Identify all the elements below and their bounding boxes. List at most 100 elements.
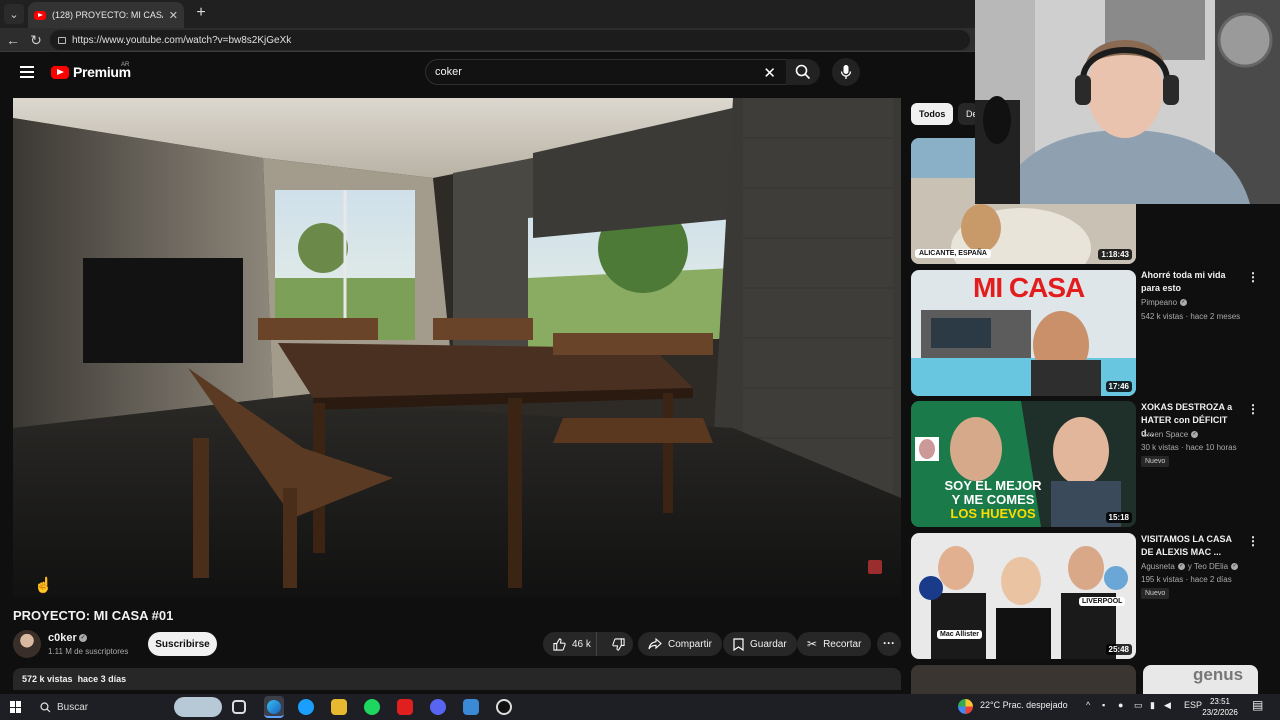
tray-app-icon[interactable]: ▪ [1102,700,1105,710]
like-button[interactable]: 46 k [543,632,598,656]
youtube-logo-icon [51,65,69,79]
url-field[interactable]: https://www.youtube.com/watch?v=bw8s2KjG… [50,30,970,50]
address-bar-row: ← ↻ https://www.youtube.com/watch?v=bw8s… [0,28,975,52]
search-input[interactable]: coker ✕ [425,59,787,85]
notifications-icon[interactable]: ▤ [1252,698,1263,712]
recommendation-title[interactable]: Ahorré toda mi vida para esto [1141,269,1241,295]
view-count: 572 k vistas [22,674,73,684]
location-tag: ALICANTE, ESPAÑA [915,249,991,258]
video-duration: 1:18:43 [1098,249,1132,260]
spotify-icon[interactable] [364,699,380,715]
recommendation-menu-icon[interactable]: ⋮ [1247,534,1259,548]
share-label: Compartir [668,638,712,650]
recommendation-thumbnail[interactable]: SOY EL MEJOR Y ME COMES LOS HUEVOS 15:18 [911,401,1136,527]
headline-line-1: SOY EL MEJOR [944,478,1042,493]
chip-all[interactable]: Todos [911,103,954,125]
mouse-pointer-icon: ☝ [34,577,53,594]
windows-taskbar: Buscar 22°C Prac. despejado ^ ▪ ● ▭ ▮ ◀ … [0,694,1280,720]
recommendation-channel[interactable]: Green Space ✓ [1141,430,1199,439]
recommendation-channel[interactable]: Agusneta ✓ y Teo DElia ✓ [1141,562,1239,571]
recommendation-channel[interactable]: Pimpeano ✓ [1141,298,1188,307]
microphone-tray-icon[interactable]: ● [1118,700,1123,710]
recommendation-meta: 30 k vistas · hace 10 horas [1141,443,1237,452]
taskbar-search-label: Buscar [57,701,89,713]
recommendation-thumbnail[interactable]: Mac Allister LIVERPOOL 25:48 [911,533,1136,659]
video-duration: 15:18 [1105,512,1132,523]
discord-icon[interactable] [430,699,446,715]
channel-name[interactable]: c0ker [48,632,77,644]
video-duration: 25:48 [1105,644,1132,655]
task-view-icon[interactable] [232,700,246,714]
microphone-icon [840,65,852,79]
channel-collab: y Teo DElia [1187,562,1229,571]
recommendation-thumbnail[interactable]: MI CASA 17:46 [911,270,1136,396]
clock[interactable]: 23:51 23/2/2026 [1198,696,1242,718]
country-code: AR [121,62,130,68]
volume-icon[interactable]: ◀ [1164,700,1171,711]
weather-icon [958,699,973,714]
clear-search-icon[interactable]: ✕ [763,64,776,82]
share-button[interactable]: Compartir [638,632,722,656]
tab-list-chevron-icon[interactable]: ⌄ [4,4,24,24]
video-title: PROYECTO: MI CASA #01 [13,608,174,623]
recommendation-title[interactable]: VISITAMOS LA CASA DE ALEXIS MAC ... [1141,533,1241,559]
scissors-icon: ✂ [807,637,818,651]
like-dislike-group: 46 k [543,632,633,656]
view-count: 195 k vistas [1141,575,1184,584]
recommendation-thumbnail-partial[interactable]: genus [1143,665,1258,694]
weather-status[interactable]: 22°C Prac. despejado [980,700,1068,710]
new-tab-plus-icon[interactable]: + [192,4,210,22]
recommendation-meta: 195 k vistas · hace 2 días [1141,575,1232,584]
video-duration: 17:46 [1105,381,1132,392]
battery-icon[interactable]: ▮ [1150,700,1155,711]
amd-software-icon[interactable] [397,699,413,715]
upload-age: hace 10 horas [1185,443,1237,452]
streamer-webcam-overlay [975,0,1280,204]
recommendation-menu-icon[interactable]: ⋮ [1247,270,1259,284]
view-count: 30 k vistas [1141,443,1179,452]
thumbnail-image [911,533,1136,659]
more-actions-button[interactable]: ··· [877,632,901,656]
recommendation-thumbnail-partial[interactable] [911,665,1136,694]
steam-icon[interactable] [298,699,314,715]
player-tag-right: LIVERPOOL [1079,597,1126,606]
verified-check-icon: ✓ [1180,299,1188,306]
windows-start-icon[interactable] [10,701,22,713]
view-count: 542 k vistas [1141,312,1184,321]
tab-close-icon[interactable]: ✕ [169,9,178,22]
file-explorer-icon[interactable] [331,699,347,715]
photos-app-icon[interactable] [463,699,479,715]
clip-button[interactable]: ✂ Recortar [797,632,872,656]
edge-logo-icon [267,700,281,714]
back-arrow-icon[interactable]: ← [4,31,22,49]
subscribe-button[interactable]: Suscribirse [148,632,217,656]
browser-tab-active[interactable]: (128) PROYECTO: MI CASA #01 - Y ✕ [28,2,184,28]
site-info-icon[interactable] [58,36,66,44]
video-player[interactable] [13,98,901,598]
search-button[interactable] [786,59,820,85]
video-frame-dining-room [13,98,901,598]
thumbs-up-icon [553,637,566,651]
reload-icon[interactable]: ↻ [27,31,45,49]
obs-studio-icon[interactable] [496,699,512,715]
search-highlight-image [174,697,222,717]
recommendation-menu-icon[interactable]: ⋮ [1247,402,1259,416]
search-query: coker [435,66,462,78]
clip-label: Recortar [823,638,862,650]
hidden-icons-chevron-icon[interactable]: ^ [1086,700,1090,710]
channel-label: Agusneta [1141,562,1175,571]
dislike-button[interactable] [603,637,633,651]
clock-time: 23:51 [1209,697,1231,706]
voice-search-button[interactable] [832,58,860,86]
save-button[interactable]: Guardar [723,632,797,656]
youtube-header: Premium AR coker ✕ [0,52,975,92]
browser-tab-bar: ⌄ (128) PROYECTO: MI CASA #01 - Y ✕ + [0,0,975,28]
description-box[interactable]: 572 k vistas hace 3 días [13,668,901,690]
menu-icon[interactable] [20,66,34,78]
network-icon[interactable]: ▭ [1134,700,1143,711]
upload-age: hace 3 días [77,674,127,684]
youtube-premium-logo[interactable]: Premium [51,64,131,80]
channel-avatar[interactable] [13,630,41,658]
new-badge: Nuevo [1141,456,1170,467]
thumbnail-headline: MI CASA [973,272,1085,303]
